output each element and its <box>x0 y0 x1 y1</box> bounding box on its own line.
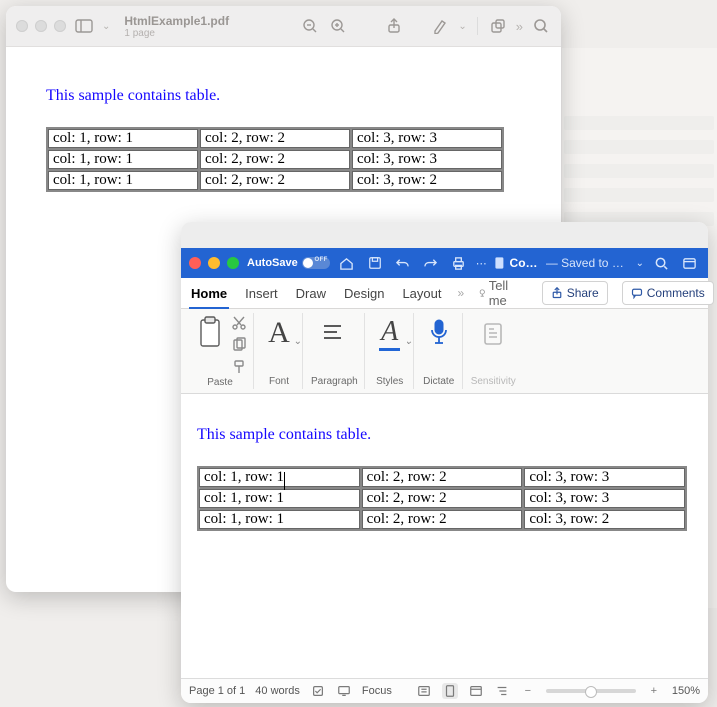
tell-me-button[interactable]: Tell me <box>478 278 514 308</box>
more-tabs-icon[interactable]: » <box>458 286 465 300</box>
markup-icon[interactable] <box>430 16 450 36</box>
paste-icon[interactable] <box>193 315 227 351</box>
word-file-title[interactable]: Con… — Saved to my… ⌄ <box>493 256 644 270</box>
paragraph-icon[interactable] <box>317 315 351 351</box>
table-row: col: 1, row: 1 col: 2, row: 2 col: 3, ro… <box>199 510 685 529</box>
dictate-icon[interactable] <box>422 315 456 351</box>
spelling-icon[interactable] <box>310 683 326 699</box>
word-status-bar: Page 1 of 1 40 words Focus − <box>181 678 708 703</box>
more-icon[interactable]: » <box>516 19 523 34</box>
search-icon[interactable] <box>650 252 672 274</box>
table-row: col: 1, row: 1 col: 2, row: 2 col: 3, ro… <box>48 150 502 169</box>
table-row: col: 1, row: 1 col: 2, row: 2 col: 3, ro… <box>48 171 502 190</box>
table-row: col: 1, row: 1 col: 2, row: 2 col: 3, ro… <box>48 129 502 148</box>
chevron-down-icon[interactable]: ⌄ <box>458 21 466 32</box>
font-icon[interactable]: A⌄ <box>262 315 296 351</box>
doc-heading[interactable]: This sample contains table. <box>197 426 692 444</box>
zoom-out-icon[interactable]: − <box>520 683 536 699</box>
cut-icon[interactable] <box>231 315 247 331</box>
word-tabs-row: Home Insert Draw Design Layout » Tell me… <box>181 278 708 309</box>
chevron-down-icon[interactable]: ⌄ <box>102 21 110 32</box>
tab-home[interactable]: Home <box>189 280 229 307</box>
doc-table[interactable]: col: 1, row: 1 col: 2, row: 2 col: 3, ro… <box>197 466 687 531</box>
pdf-heading: This sample contains table. <box>46 87 521 105</box>
share-button[interactable]: Share <box>542 281 608 305</box>
tab-draw[interactable]: Draw <box>294 280 328 307</box>
ribbon-group-dictate: Dictate <box>416 313 463 389</box>
text-cursor <box>284 472 285 490</box>
tab-design[interactable]: Design <box>342 280 386 307</box>
read-mode-icon[interactable] <box>416 683 432 699</box>
ribbon-toggle-icon[interactable] <box>678 252 700 274</box>
ribbon-group-sensitivity: Sensitivity <box>465 313 522 389</box>
print-icon[interactable] <box>448 252 470 274</box>
ribbon-group-font: A⌄ Font <box>256 313 303 389</box>
ellipsis-icon[interactable]: ⋯ <box>476 257 487 270</box>
preview-title-block: HtmlExample1.pdf 1 page <box>124 14 292 39</box>
table-row: col: 1, row: 1 col: 2, row: 2 col: 3, ro… <box>199 489 685 508</box>
word-ribbon: Paste A⌄ Font Paragraph A⌄ Styles Dict <box>181 309 708 394</box>
preview-page-count: 1 page <box>124 28 292 39</box>
web-layout-icon[interactable] <box>468 683 484 699</box>
tab-layout[interactable]: Layout <box>400 280 443 307</box>
ribbon-group-clipboard: Paste <box>187 313 254 389</box>
word-titlebar: AutoSave ⋯ Con… — Saved to my… <box>181 248 708 278</box>
search-icon[interactable] <box>531 16 551 36</box>
rotate-icon[interactable] <box>488 16 508 36</box>
sensitivity-icon <box>476 315 510 351</box>
print-layout-icon[interactable] <box>442 683 458 699</box>
save-icon[interactable] <box>364 252 386 274</box>
copy-icon[interactable] <box>231 337 247 353</box>
outline-view-icon[interactable] <box>494 683 510 699</box>
format-painter-icon[interactable] <box>231 359 247 375</box>
share-icon[interactable] <box>384 16 404 36</box>
ribbon-group-paragraph: Paragraph <box>305 313 365 389</box>
redo-icon[interactable] <box>420 252 442 274</box>
ribbon-group-styles: A⌄ Styles <box>367 313 414 389</box>
preview-toolbar: ⌄ HtmlExample1.pdf 1 page ⌄ <box>6 6 561 47</box>
comments-button[interactable]: Comments <box>622 281 714 305</box>
status-words[interactable]: 40 words <box>255 685 300 697</box>
zoom-in-icon[interactable]: + <box>646 683 662 699</box>
word-doc-icon <box>493 256 506 270</box>
autosave-toggle[interactable]: AutoSave <box>247 257 330 269</box>
status-page[interactable]: Page 1 of 1 <box>189 685 245 697</box>
traffic-lights[interactable] <box>189 257 239 269</box>
undo-icon[interactable] <box>392 252 414 274</box>
word-canvas[interactable]: This sample contains table. col: 1, row:… <box>181 394 708 689</box>
status-zoom[interactable]: 150% <box>672 685 700 697</box>
zoom-out-icon[interactable] <box>300 16 320 36</box>
preview-file-name: HtmlExample1.pdf <box>124 14 292 28</box>
table-row: col: 1, row: 1 col: 2, row: 2 col: 3, ro… <box>199 468 685 487</box>
home-icon[interactable] <box>336 252 358 274</box>
zoom-slider[interactable] <box>546 689 636 693</box>
sidebar-toggle-icon[interactable] <box>74 16 94 36</box>
pdf-table: col: 1, row: 1 col: 2, row: 2 col: 3, ro… <box>46 127 504 192</box>
styles-icon[interactable]: A⌄ <box>373 315 407 351</box>
status-focus[interactable]: Focus <box>362 685 392 697</box>
display-settings-icon[interactable] <box>336 683 352 699</box>
word-window: AutoSave ⋯ Con… — Saved to my… <box>181 222 708 703</box>
traffic-lights[interactable] <box>16 20 66 32</box>
zoom-in-icon[interactable] <box>328 16 348 36</box>
tab-insert[interactable]: Insert <box>243 280 280 307</box>
chevron-down-icon[interactable]: ⌄ <box>636 258 644 269</box>
